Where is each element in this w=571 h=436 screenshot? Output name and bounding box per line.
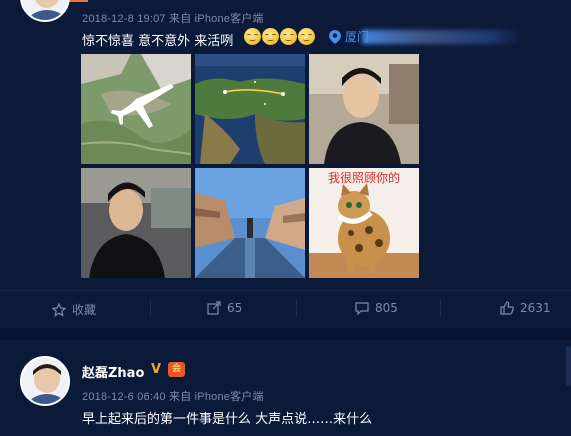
divider: [150, 299, 151, 317]
post-card: 2018-12-8 19:07 来自 iPhone客户端 惊不惊喜 意不意外 来…: [0, 0, 571, 328]
cat-meme-caption: 我很照顾你的: [328, 170, 400, 185]
grin-icon: [280, 28, 297, 45]
avatar[interactable]: [20, 0, 70, 22]
image-thumbnail[interactable]: 我很照顾你的: [309, 168, 419, 278]
airplane-map-image: [81, 54, 191, 164]
selfie-image: [309, 54, 419, 164]
post-separator: [0, 328, 571, 340]
member-badge[interactable]: 会: [168, 362, 185, 377]
image-thumbnail[interactable]: [81, 54, 191, 164]
like-button[interactable]: 2631: [500, 301, 551, 315]
image-thumbnail[interactable]: [195, 168, 305, 278]
comment-button[interactable]: 805: [355, 301, 398, 315]
image-grid: 我很照顾你的: [81, 54, 419, 278]
forward-count: 65: [227, 301, 243, 315]
image-thumbnail[interactable]: [309, 54, 419, 164]
comment-icon: [355, 302, 369, 315]
image-thumbnail[interactable]: [81, 168, 191, 278]
cat-meme-image: 我很照顾你的: [309, 168, 419, 278]
emoji-group: [244, 28, 315, 45]
location-pin-icon: [329, 29, 341, 44]
favorite-button[interactable]: 收藏: [52, 301, 96, 318]
post-action-bar: 收藏 65 805 2631: [0, 290, 571, 326]
post-text: 惊不惊喜 意不意外 来活咧: [82, 34, 234, 49]
post-meta: 2018-12-6 06:40 来自 iPhone客户端: [82, 391, 264, 403]
image-thumbnail[interactable]: [195, 54, 305, 164]
post-meta: 2018-12-8 19:07 来自 iPhone客户端: [82, 13, 264, 25]
blurred-location-detail: [362, 30, 522, 44]
divider: [296, 299, 297, 317]
scrollbar[interactable]: [566, 346, 571, 386]
avatar[interactable]: [20, 356, 70, 406]
forward-button[interactable]: 65: [207, 301, 242, 315]
like-count: 2631: [520, 301, 551, 315]
favorite-label: 收藏: [72, 303, 97, 317]
grin-icon: [298, 28, 315, 45]
post-text: 早上起来后的第一件事是什么 大声点说……来什么: [82, 412, 373, 427]
username-link[interactable]: 赵磊Zhao: [82, 362, 144, 381]
flight-route-map-image: [195, 54, 305, 164]
grin-icon: [262, 28, 279, 45]
grin-icon: [244, 28, 261, 45]
canal-city-image: [195, 168, 305, 278]
thumbs-up-icon: [500, 301, 514, 315]
selfie-image: [81, 168, 191, 278]
divider: [440, 299, 441, 317]
verified-badge[interactable]: V: [151, 362, 161, 377]
star-icon: [52, 302, 66, 317]
weibo-feed: 2018-12-8 19:07 来自 iPhone客户端 惊不惊喜 意不意外 来…: [0, 0, 571, 436]
share-icon: [207, 301, 221, 315]
comment-count: 805: [375, 301, 398, 315]
